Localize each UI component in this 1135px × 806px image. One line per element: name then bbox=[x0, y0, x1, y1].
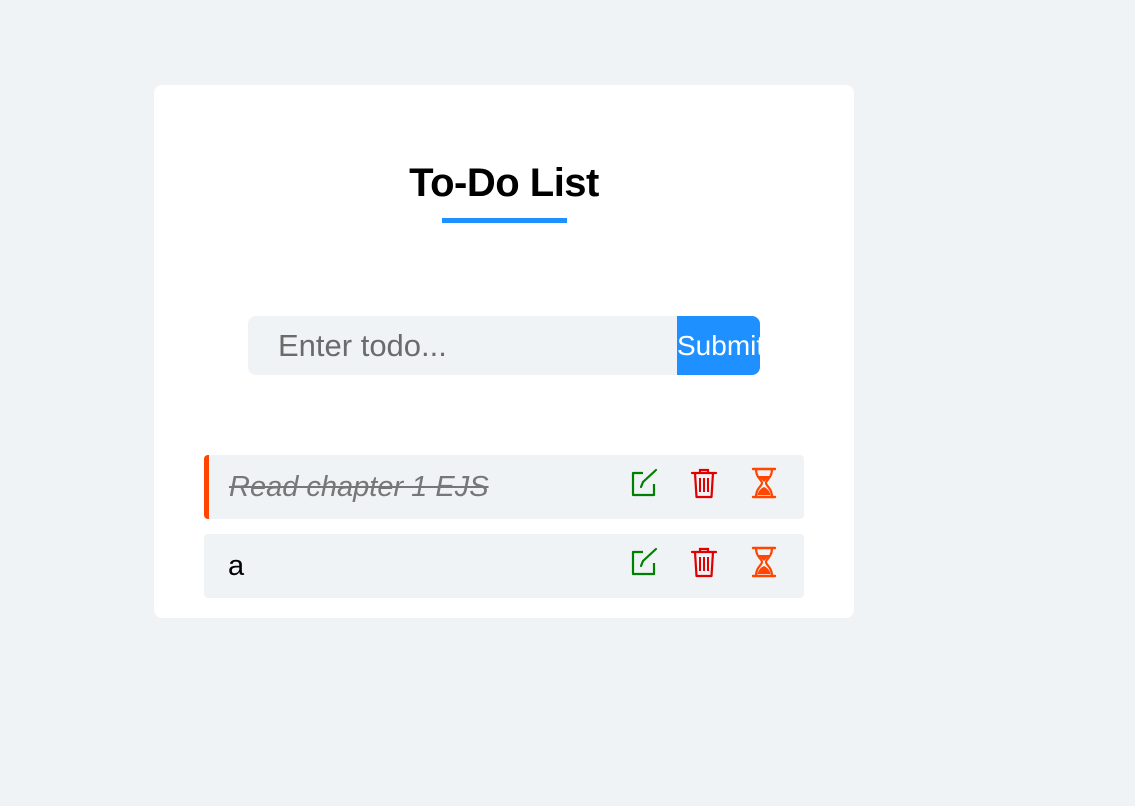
todo-input[interactable] bbox=[248, 316, 677, 375]
pending-button[interactable] bbox=[748, 466, 780, 500]
list-item: Read chapter 1 EJS bbox=[204, 455, 804, 519]
trash-icon bbox=[690, 468, 718, 499]
edit-icon bbox=[631, 547, 658, 576]
todo-list: Read chapter 1 EJS a bbox=[204, 455, 804, 613]
submit-button[interactable]: Submit bbox=[677, 316, 760, 375]
hourglass-icon bbox=[751, 546, 777, 578]
todo-form: Submit bbox=[248, 316, 760, 375]
todo-actions bbox=[628, 466, 780, 500]
delete-button[interactable] bbox=[688, 545, 720, 579]
todo-text: Read chapter 1 EJS bbox=[229, 471, 489, 503]
todo-text: a bbox=[228, 550, 245, 582]
todo-actions bbox=[628, 545, 780, 579]
hourglass-icon bbox=[751, 467, 777, 499]
pending-button[interactable] bbox=[748, 545, 780, 579]
trash-icon bbox=[690, 547, 718, 578]
todo-card: To-Do List Submit Read chapter 1 EJS bbox=[154, 85, 854, 618]
edit-icon bbox=[631, 468, 658, 497]
list-item: a bbox=[204, 534, 804, 598]
delete-button[interactable] bbox=[688, 466, 720, 500]
title-underline bbox=[442, 218, 567, 223]
page-title: To-Do List bbox=[409, 161, 599, 205]
edit-button[interactable] bbox=[628, 466, 660, 500]
edit-button[interactable] bbox=[628, 545, 660, 579]
